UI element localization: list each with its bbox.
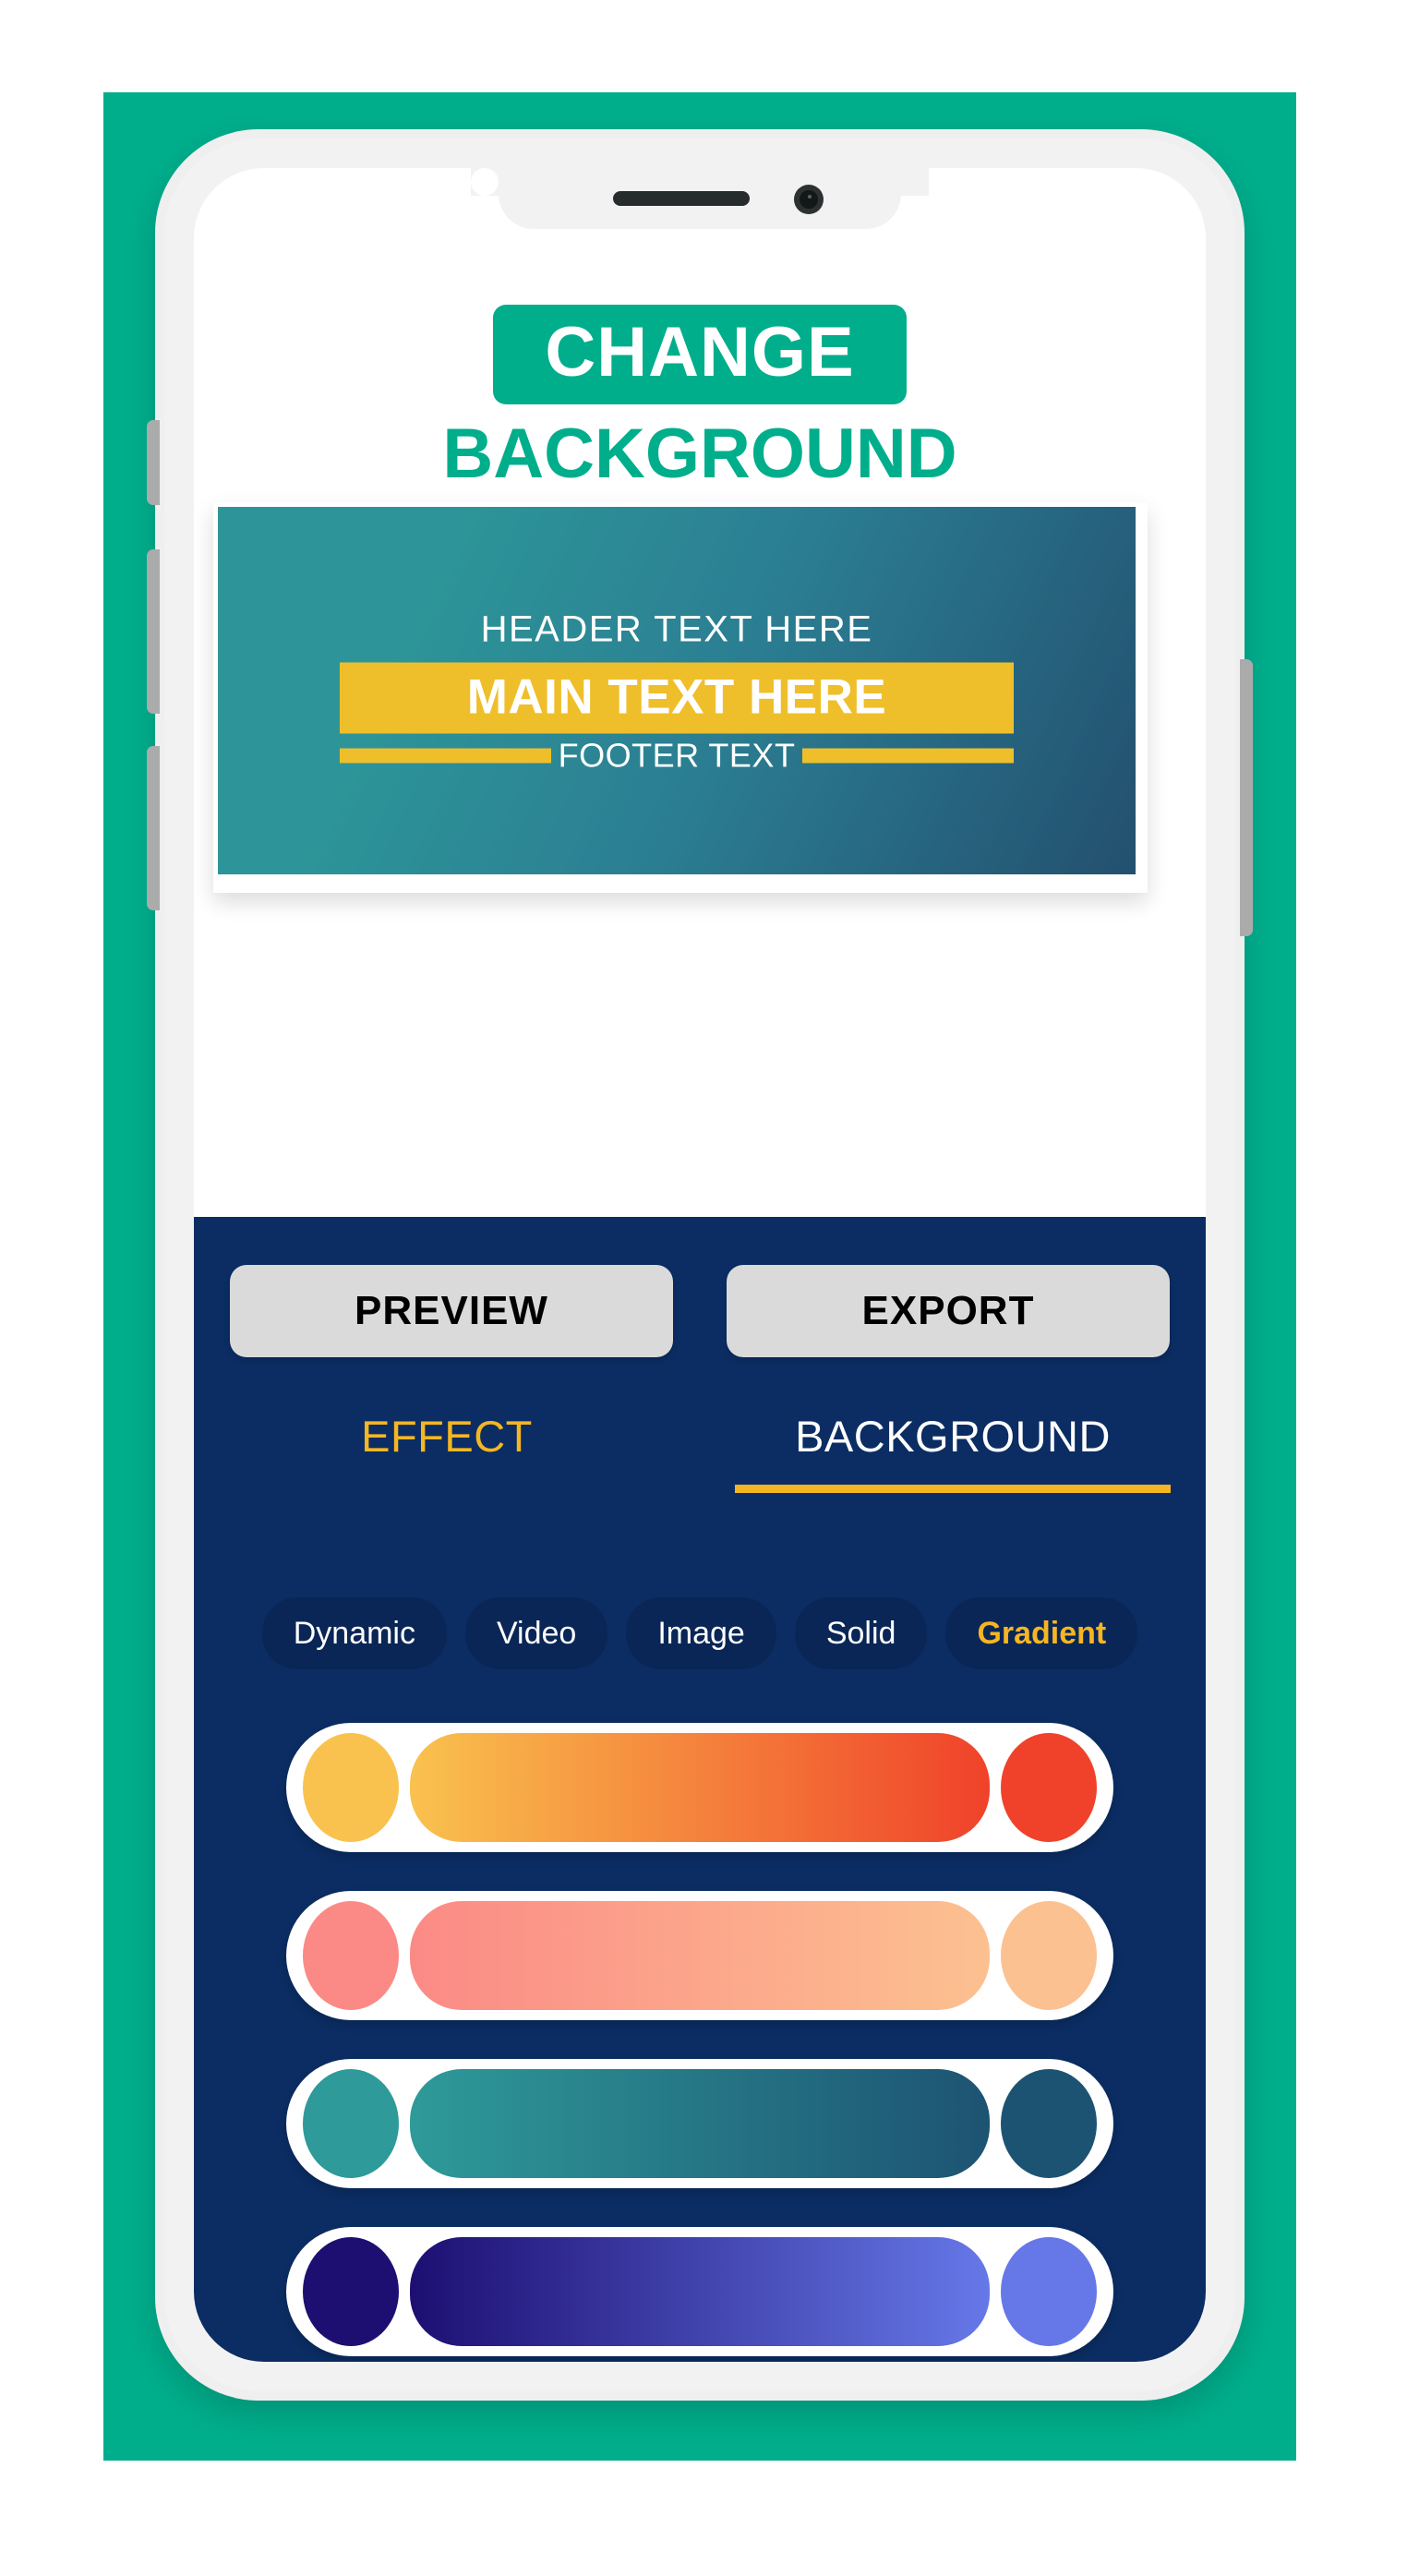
- chip-image[interactable]: Image: [626, 1597, 776, 1669]
- gradient-start-dot: [303, 2237, 399, 2346]
- action-button-row: PREVIEW EXPORT: [194, 1265, 1206, 1357]
- gradient-start-dot: [303, 2069, 399, 2178]
- gradient-preview-bar: [410, 2237, 990, 2346]
- gradient-swatch-teal-deep-blue[interactable]: [286, 2059, 1113, 2188]
- preview-card-text-stack: HEADER TEXT HERE MAIN TEXT HERE FOOTER T…: [218, 609, 1136, 773]
- gradient-end-dot: [1001, 2069, 1097, 2178]
- silence-switch[interactable]: [147, 420, 160, 505]
- chip-solid[interactable]: Solid: [794, 1597, 928, 1669]
- power-button[interactable]: [1240, 659, 1253, 936]
- tab-background[interactable]: BACKGROUND: [700, 1411, 1206, 1493]
- tab-effect[interactable]: EFFECT: [194, 1411, 700, 1493]
- gradient-start-dot: [303, 1733, 399, 1842]
- gradient-start-dot: [303, 1901, 399, 2010]
- gradient-preview-bar: [410, 2069, 990, 2178]
- page-title-line-2: BACKGROUND: [442, 415, 957, 493]
- gradient-swatch-list: [194, 1723, 1206, 2362]
- preview-footer-row: FOOTER TEXT: [340, 736, 1015, 775]
- volume-up-button[interactable]: [147, 549, 160, 714]
- preview-card[interactable]: HEADER TEXT HERE MAIN TEXT HERE FOOTER T…: [213, 502, 1148, 893]
- gradient-swatch-sunset-orange[interactable]: [286, 1723, 1113, 1852]
- footer-rule-right: [802, 748, 1015, 764]
- preview-main-band: MAIN TEXT HERE: [340, 662, 1014, 734]
- gradient-end-dot: [1001, 1733, 1097, 1842]
- preview-card-canvas: HEADER TEXT HERE MAIN TEXT HERE FOOTER T…: [218, 507, 1136, 874]
- preview-main-text: MAIN TEXT HERE: [466, 669, 887, 725]
- page-title: CHANGE BACKGROUND: [194, 168, 1206, 489]
- phone-screen: CHANGE BACKGROUND HEADER TEXT HERE MAIN …: [194, 168, 1206, 2362]
- gradient-end-dot: [1001, 1901, 1097, 2010]
- chip-dynamic[interactable]: Dynamic: [261, 1597, 447, 1669]
- preview-header-text: HEADER TEXT HERE: [480, 608, 873, 650]
- phone-device: CHANGE BACKGROUND HEADER TEXT HERE MAIN …: [147, 129, 1253, 2401]
- export-button[interactable]: EXPORT: [727, 1265, 1170, 1357]
- gradient-swatch-salmon-peach[interactable]: [286, 1891, 1113, 2020]
- preview-footer-text: FOOTER TEXT: [558, 736, 796, 775]
- page-title-line-1: CHANGE: [493, 305, 907, 404]
- gradient-swatch-indigo-periwinkle[interactable]: [286, 2227, 1113, 2356]
- gradient-end-dot: [1001, 2237, 1097, 2346]
- preview-button[interactable]: PREVIEW: [230, 1265, 673, 1357]
- gradient-preview-bar: [410, 1733, 990, 1842]
- controls-panel: PREVIEW EXPORT EFFECT BACKGROUND Dynamic…: [194, 1217, 1206, 2362]
- chip-gradient[interactable]: Gradient: [945, 1597, 1138, 1669]
- footer-rule-left: [340, 748, 551, 764]
- filter-chip-row: Dynamic Video Image Solid Gradient: [194, 1597, 1206, 1669]
- chip-video[interactable]: Video: [464, 1597, 608, 1669]
- tab-bar: EFFECT BACKGROUND: [194, 1411, 1206, 1493]
- volume-down-button[interactable]: [147, 746, 160, 910]
- gradient-preview-bar: [410, 1901, 990, 2010]
